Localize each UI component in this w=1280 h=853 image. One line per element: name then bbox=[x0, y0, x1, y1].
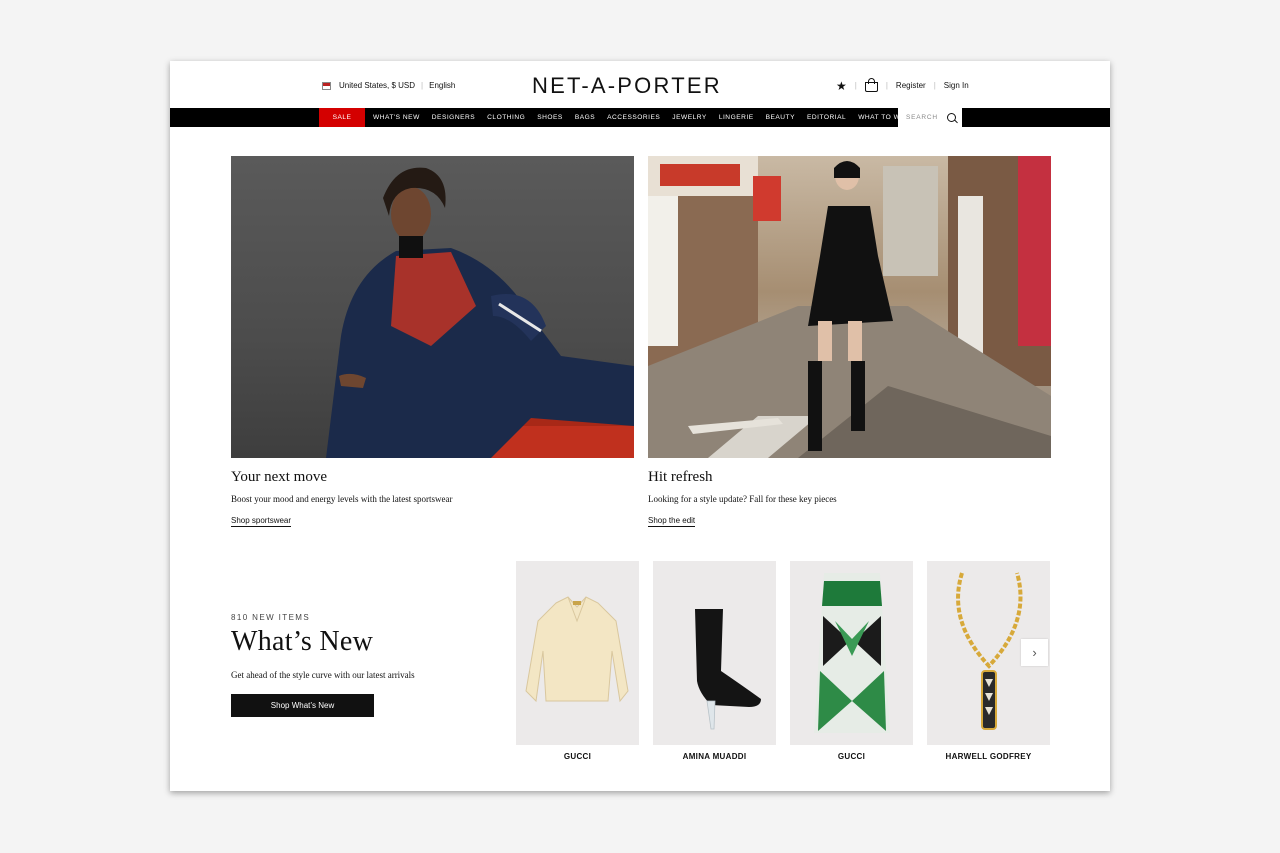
sign-in-link[interactable]: Sign In bbox=[944, 81, 969, 90]
product-carousel: GUCCI AMINA MUADDI GUCCI HARWELL GODFREY bbox=[516, 561, 1050, 761]
wishlist-star-icon[interactable]: ★ bbox=[836, 80, 847, 92]
locale-selector[interactable]: United States, $ USD | English bbox=[322, 81, 455, 90]
shopping-bag-icon[interactable] bbox=[864, 78, 878, 92]
hero-card-refresh: Hit refresh Looking for a style update? … bbox=[648, 156, 1051, 528]
nav-item-bags[interactable]: BAGS bbox=[569, 108, 601, 127]
product-image-blouse[interactable] bbox=[516, 561, 639, 745]
divider: | bbox=[854, 81, 857, 90]
nav-item-whats-new[interactable]: WHAT'S NEW bbox=[367, 108, 426, 127]
us-flag-icon bbox=[322, 81, 331, 90]
shop-sportswear-link[interactable]: Shop sportswear bbox=[231, 516, 292, 527]
carousel-next-chevron-icon[interactable]: › bbox=[1021, 639, 1048, 666]
hero-card-sportswear: Your next move Boost your mood and energ… bbox=[231, 156, 634, 528]
currency-label[interactable]: United States, $ USD bbox=[339, 81, 415, 90]
main-nav: SALE WHAT'S NEW DESIGNERS CLOTHING SHOES… bbox=[170, 108, 1110, 127]
product-brand[interactable]: GUCCI bbox=[790, 752, 913, 761]
divider: | bbox=[421, 81, 424, 90]
top-bar: United States, $ USD | English NET-A-POR… bbox=[170, 61, 1110, 108]
skirt-illustration bbox=[814, 573, 890, 733]
nav-item-shoes[interactable]: SHOES bbox=[531, 108, 569, 127]
street-illustration bbox=[648, 156, 1051, 458]
product-image-boot[interactable] bbox=[653, 561, 776, 745]
nav-item-sale[interactable]: SALE bbox=[319, 108, 365, 127]
hero-title: Hit refresh bbox=[648, 469, 713, 485]
hero-image-sportswear[interactable] bbox=[231, 156, 634, 458]
hero-image-street[interactable] bbox=[648, 156, 1051, 458]
divider: | bbox=[933, 81, 936, 90]
nav-item-designers[interactable]: DESIGNERS bbox=[426, 108, 481, 127]
model-illustration bbox=[326, 167, 634, 458]
whats-new-title: What’s New bbox=[231, 626, 374, 657]
nav-item-beauty[interactable]: BEAUTY bbox=[760, 108, 801, 127]
hero-subtitle: Looking for a style update? Fall for the… bbox=[648, 494, 837, 504]
nav-item-jewelry[interactable]: JEWELRY bbox=[666, 108, 713, 127]
hero-title: Your next move bbox=[231, 469, 327, 485]
nav-item-lingerie[interactable]: LINGERIE bbox=[713, 108, 760, 127]
product-brand[interactable]: GUCCI bbox=[516, 752, 639, 761]
product-brand[interactable]: HARWELL GODFREY bbox=[927, 752, 1050, 761]
shop-the-edit-link[interactable]: Shop the edit bbox=[648, 516, 696, 527]
divider: | bbox=[885, 81, 888, 90]
boot-illustration bbox=[695, 609, 761, 730]
product-image-skirt[interactable] bbox=[790, 561, 913, 745]
new-items-count: 810 NEW ITEMS bbox=[231, 613, 311, 622]
language-label[interactable]: English bbox=[429, 81, 455, 90]
product-card[interactable]: AMINA MUADDI bbox=[653, 561, 776, 761]
account-utilities: ★ | | Register | Sign In bbox=[836, 78, 969, 92]
product-card[interactable]: GUCCI bbox=[790, 561, 913, 761]
site-logo[interactable]: NET-A-PORTER bbox=[532, 73, 722, 99]
search-placeholder: SEARCH bbox=[906, 114, 938, 121]
whats-new-subtitle: Get ahead of the style curve with our la… bbox=[231, 670, 415, 680]
nav-item-clothing[interactable]: CLOTHING bbox=[481, 108, 531, 127]
register-link[interactable]: Register bbox=[896, 81, 926, 90]
whats-new-section: 810 NEW ITEMS What’s New Get ahead of th… bbox=[231, 613, 415, 717]
page: United States, $ USD | English NET-A-POR… bbox=[170, 61, 1110, 791]
shop-whats-new-button[interactable]: Shop What’s New bbox=[231, 694, 374, 717]
search-icon[interactable] bbox=[947, 113, 956, 122]
product-brand[interactable]: AMINA MUADDI bbox=[653, 752, 776, 761]
product-card[interactable]: GUCCI bbox=[516, 561, 639, 761]
nav-item-editorial[interactable]: EDITORIAL bbox=[801, 108, 852, 127]
blouse-illustration bbox=[525, 596, 629, 703]
hero-subtitle: Boost your mood and energy levels with t… bbox=[231, 494, 453, 504]
nav-item-accessories[interactable]: ACCESSORIES bbox=[601, 108, 666, 127]
search-input[interactable]: SEARCH bbox=[898, 108, 962, 127]
